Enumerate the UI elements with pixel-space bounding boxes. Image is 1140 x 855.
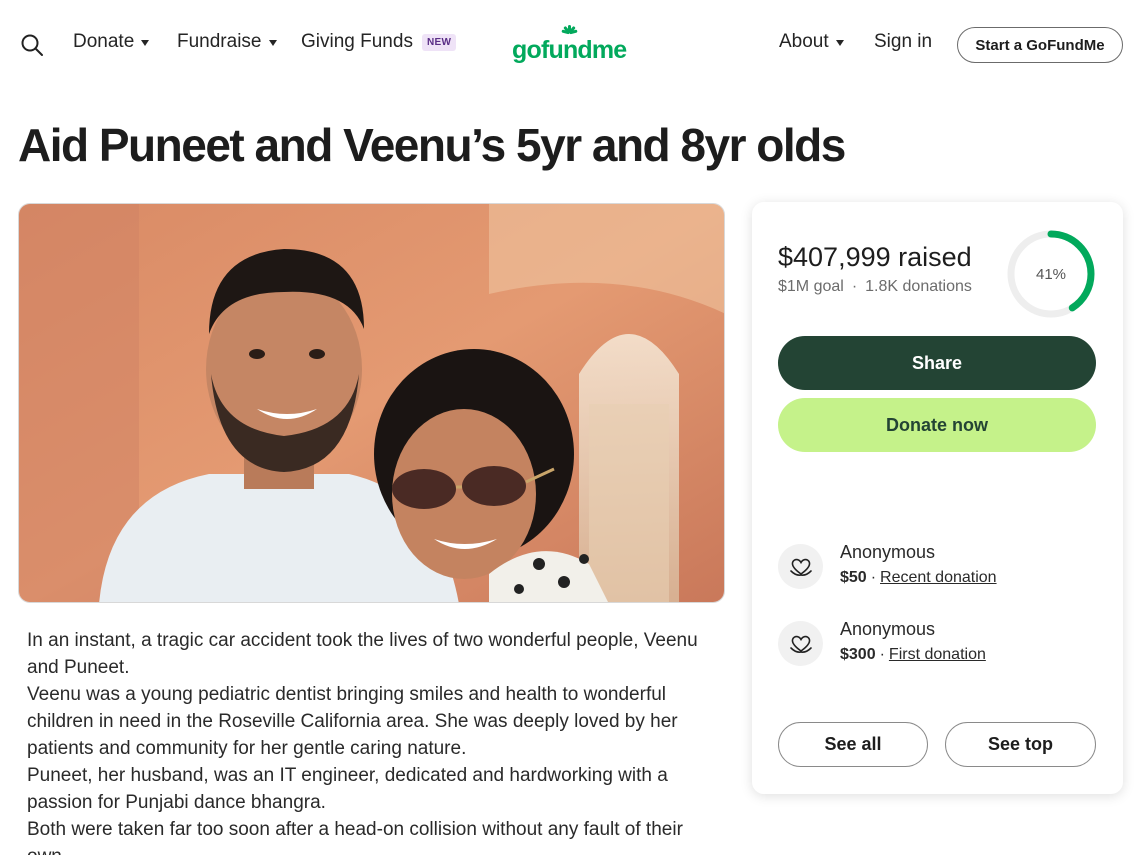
search-icon[interactable] (20, 33, 44, 57)
gofundme-logo[interactable]: gofundme (510, 22, 634, 66)
separator-dot: · (851, 278, 858, 295)
chevron-down-icon (835, 40, 844, 46)
chevron-down-icon (141, 40, 150, 46)
campaign-title: Aid Puneet and Veenu’s 5yr and 8yr olds (18, 119, 846, 171)
story-paragraph: Veenu was a young pediatric dentist brin… (27, 684, 678, 759)
nav-donate-label: Donate (73, 31, 135, 52)
see-all-button[interactable]: See all (778, 722, 928, 767)
donate-now-button[interactable]: Donate now (778, 398, 1096, 452)
nav-fundraise-label: Fundraise (177, 31, 262, 52)
logo-text: gofundme (512, 36, 627, 64)
logo-sprout-icon (561, 25, 578, 35)
heart-hands-icon (778, 621, 823, 666)
amount-raised: $407,999 raised (778, 242, 972, 272)
donor-name: Anonymous (840, 542, 936, 562)
nav-about-label: About (779, 31, 829, 52)
sign-in-label: Sign in (874, 31, 933, 52)
progress-percent: 41% (1035, 265, 1067, 283)
donor-item: Anonymous $50 · Recent donation (778, 542, 1098, 592)
campaign-hero-image[interactable] (18, 203, 725, 603)
sign-in-link[interactable]: Sign in (874, 31, 932, 53)
see-top-button[interactable]: See top (945, 722, 1096, 767)
site-header: Donate Fundraise Giving Funds NEW gofund… (0, 0, 1140, 88)
chevron-down-icon (268, 40, 277, 46)
story-paragraph: Puneet, her husband, was an IT engineer,… (27, 765, 668, 813)
campaign-story: In an instant, a tragic car accident too… (27, 627, 707, 855)
donation-count: 1.8K donations (865, 278, 972, 295)
nav-about[interactable]: About (779, 31, 844, 53)
new-badge: NEW (421, 33, 457, 51)
start-gofundme-button[interactable]: Start a GoFundMe (957, 27, 1123, 63)
donor-detail: $50 · Recent donation (840, 569, 997, 587)
donor-name: Anonymous (840, 619, 936, 639)
share-button[interactable]: Share (778, 336, 1096, 390)
nav-donate[interactable]: Donate (73, 31, 150, 53)
nav-fundraise[interactable]: Fundraise (177, 31, 277, 53)
donor-item: Anonymous $300 · First donation (778, 619, 1098, 669)
goal-amount: $1M goal (778, 278, 844, 295)
separator-dot: · (870, 569, 877, 586)
donor-detail: $300 · First donation (840, 646, 986, 664)
goal-meta: $1M goal · 1.8K donations (778, 278, 972, 296)
separator-dot: · (879, 646, 885, 663)
donation-card: $407,999 raised $1M goal · 1.8K donations … (752, 202, 1123, 794)
nav-giving-funds-label: Giving Funds (301, 31, 413, 52)
donor-amount: $300 (840, 646, 876, 663)
heart-hands-icon (778, 544, 823, 589)
story-paragraph: Both were taken far too soon after a hea… (27, 819, 683, 855)
first-donation-link[interactable]: First donation (889, 646, 986, 663)
donor-amount: $50 (840, 569, 867, 586)
recent-donation-link[interactable]: Recent donation (880, 569, 997, 586)
story-paragraph: In an instant, a tragic car accident too… (27, 630, 698, 678)
nav-giving-funds[interactable]: Giving Funds NEW (301, 31, 457, 53)
